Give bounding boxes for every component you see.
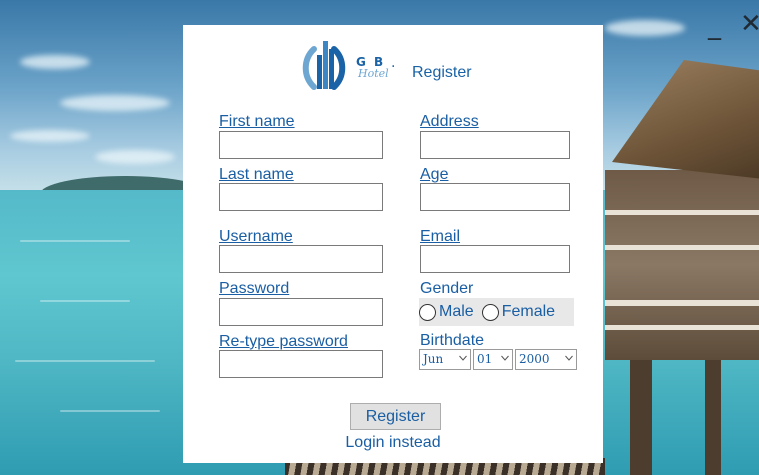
login-instead-link[interactable]: Login instead (183, 434, 603, 452)
brand-header: G B Hotel · Register (298, 35, 498, 95)
cloud (60, 95, 170, 111)
retype-password-input[interactable] (219, 350, 383, 378)
gender-female-radio[interactable]: Female (481, 303, 556, 321)
birth-year-value: 2000 (519, 352, 550, 366)
password-input[interactable] (219, 298, 383, 326)
brand-separator: · (391, 59, 396, 75)
gender-label: Gender (420, 280, 474, 297)
minimize-button[interactable]: _ (708, 12, 721, 40)
register-panel: G B Hotel · Register First name Last nam… (183, 25, 603, 463)
chevron-down-icon (459, 355, 467, 361)
email-label: Email (420, 228, 461, 245)
birth-day-value: 01 (477, 352, 493, 366)
cloud (605, 20, 685, 36)
username-label: Username (219, 228, 293, 245)
gender-female-label: Female (501, 303, 556, 320)
birth-day-select[interactable]: 01 (473, 349, 513, 370)
radio-circle-icon[interactable] (481, 303, 499, 321)
cloud (95, 150, 175, 164)
password-label: Password (219, 280, 290, 297)
birth-year-select[interactable]: 2000 (515, 349, 577, 370)
retype-password-label: Re-type password (219, 333, 348, 350)
age-label: Age (420, 166, 449, 183)
address-input[interactable] (420, 131, 570, 159)
page-title: Register (412, 64, 472, 81)
first-name-label: First name (219, 113, 295, 130)
close-button[interactable]: ✕ (740, 10, 759, 38)
birthdate-label: Birthdate (420, 332, 485, 349)
first-name-input[interactable] (219, 131, 383, 159)
gender-male-radio[interactable]: Male (419, 303, 474, 321)
birthdate-selects: Jun 01 2000 (419, 349, 579, 370)
bungalow (605, 170, 759, 360)
last-name-label: Last name (219, 166, 294, 183)
cloud (20, 55, 90, 69)
radio-circle-icon[interactable] (419, 303, 436, 321)
chevron-down-icon (565, 355, 573, 361)
cloud (10, 130, 90, 142)
birth-month-value: Jun (423, 352, 444, 366)
register-button[interactable]: Register (350, 403, 441, 430)
logo-hotel-text: Hotel (358, 67, 389, 80)
username-input[interactable] (219, 245, 383, 273)
birth-month-select[interactable]: Jun (419, 349, 471, 370)
email-input[interactable] (420, 245, 570, 273)
last-name-input[interactable] (219, 183, 383, 211)
address-label: Address (420, 113, 479, 130)
gender-radio-group: Male Female (419, 298, 574, 326)
logo-wordmark: G B Hotel (356, 55, 396, 85)
gender-male-label: Male (439, 303, 474, 320)
chevron-down-icon (501, 355, 509, 361)
gb-hotel-logo (302, 41, 346, 90)
age-input[interactable] (420, 183, 570, 211)
